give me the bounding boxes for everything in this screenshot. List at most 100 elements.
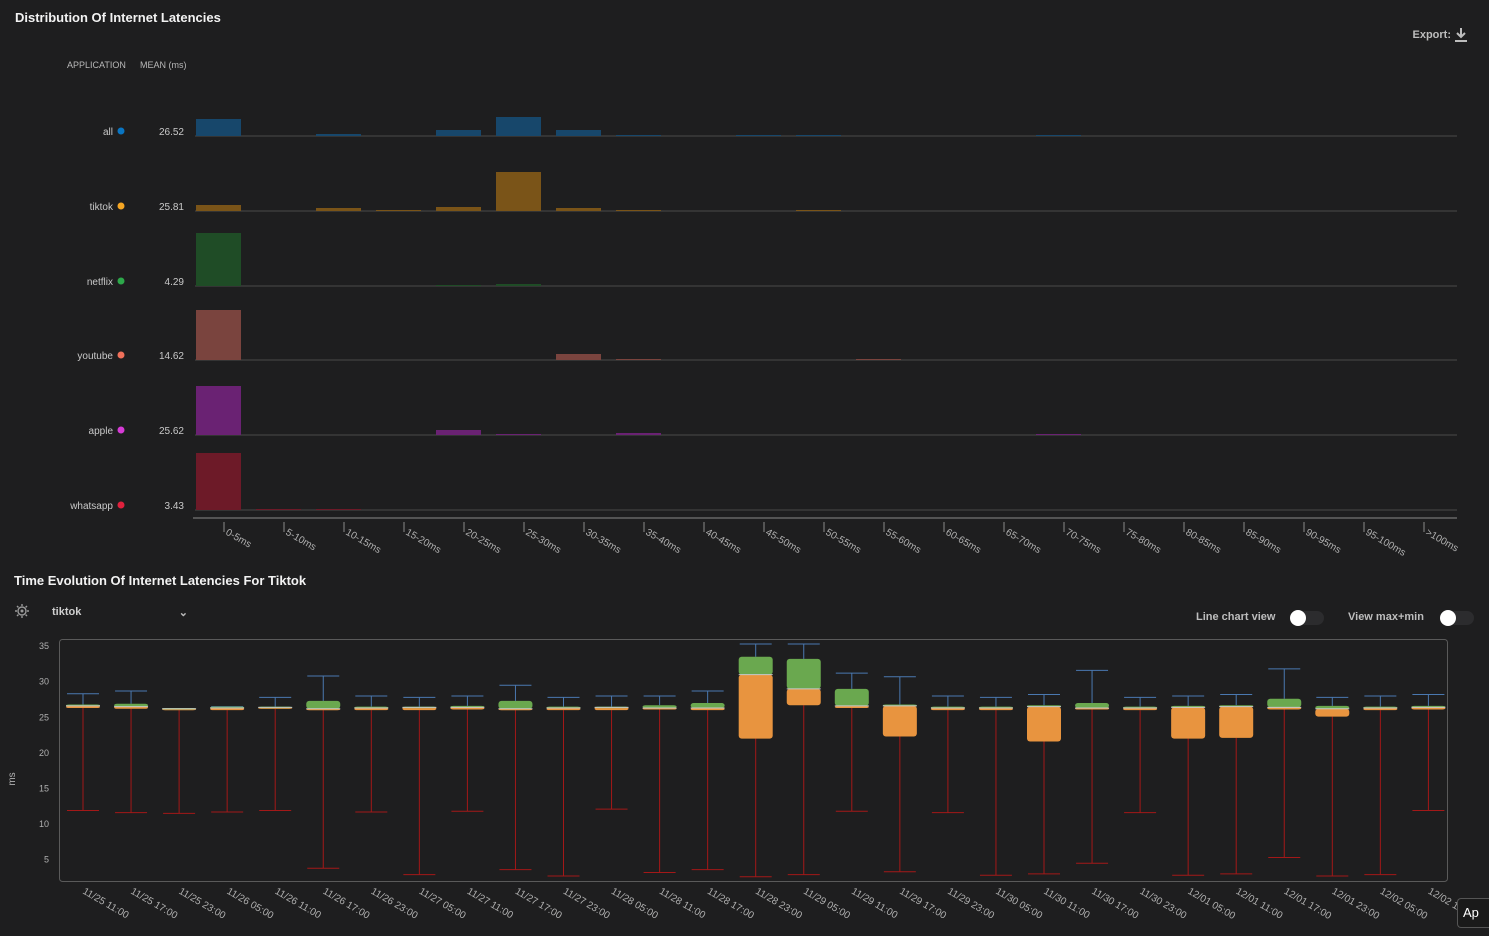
box-upper-13 [690, 703, 725, 709]
y-tick-label-10: 10 [39, 819, 49, 829]
bar-whatsapp-2 [316, 509, 361, 510]
distribution-chart: all 26.52 tiktok 25.81 netflix 4.29 youtube 14.… [69, 117, 1461, 559]
time-label-4: 11/26 11:00 [273, 886, 323, 921]
time-label-16: 11/29 11:00 [849, 886, 899, 921]
app-dot-apple [117, 426, 125, 434]
time-label-17: 11/29 17:00 [897, 886, 948, 922]
app-dot-tiktok [117, 202, 125, 210]
y-axis-label: ms [7, 772, 18, 785]
box-upper-25 [1267, 698, 1302, 708]
corner-button[interactable]: Ap [1457, 898, 1489, 928]
y-tick-label-25: 25 [39, 712, 49, 722]
time-label-0: 11/25 11:00 [81, 886, 131, 921]
maxmin-toggle[interactable] [1440, 610, 1474, 626]
time-evolution-title: Time Evolution Of Internet Latencies For… [14, 573, 307, 588]
chevron-down-icon: ⌄ [178, 607, 188, 619]
bar-tiktok-7 [616, 210, 661, 211]
bar-apple-7 [616, 433, 661, 435]
box-upper-16 [834, 688, 869, 706]
y-tick-label-20: 20 [39, 748, 49, 758]
bar-all-4 [436, 130, 481, 136]
time-label-10: 11/27 23:00 [561, 886, 612, 922]
app-label-whatsapp: whatsapp [69, 501, 113, 512]
x-tick-label-13: 65-70ms [1004, 527, 1043, 556]
x-tick-label-16: 80-85ms [1184, 527, 1223, 556]
x-tick-label-5: 25-30ms [524, 527, 563, 556]
bar-tiktok-2 [316, 208, 361, 211]
app-dot-whatsapp [117, 501, 125, 509]
bar-tiktok-10 [796, 210, 841, 211]
time-label-13: 11/28 17:00 [705, 886, 756, 922]
maxmin-label: View max+min [1348, 611, 1424, 623]
time-label-3: 11/26 05:00 [225, 886, 276, 922]
app-dot-all [117, 127, 125, 135]
box-upper-14 [738, 656, 773, 675]
x-tick-label-2: 10-15ms [344, 527, 383, 556]
bar-tiktok-3 [376, 210, 421, 211]
x-tick-label-7: 35-40ms [644, 527, 683, 556]
bar-apple-0 [196, 386, 241, 435]
time-label-18: 11/29 23:00 [945, 886, 996, 922]
x-tick-label-4: 20-25ms [464, 527, 503, 556]
x-tick-label-18: 90-95ms [1304, 527, 1343, 556]
x-tick-label-15: 75-80ms [1124, 527, 1163, 556]
app-label-youtube: youtube [77, 351, 113, 362]
bar-tiktok-4 [436, 207, 481, 211]
mean-value-all: 26.52 [159, 127, 184, 138]
time-label-20: 11/30 11:00 [1042, 886, 1092, 921]
x-tick-label-19: 95-100ms [1364, 527, 1408, 559]
x-tick-label-20: >100ms [1424, 527, 1461, 554]
x-tick-label-8: 40-45ms [704, 527, 743, 556]
x-tick-label-12: 60-65ms [944, 527, 983, 556]
app-select[interactable]: tiktok ⌄ [52, 606, 188, 619]
app-label-all: all [103, 127, 113, 138]
bar-all-0 [196, 119, 241, 136]
box-upper-5 [306, 700, 341, 709]
app-label-tiktok: tiktok [90, 202, 114, 213]
settings-icon[interactable] [15, 604, 29, 618]
app-label-netflix: netflix [87, 277, 113, 288]
time-label-15: 11/29 05:00 [801, 886, 852, 922]
line-chart-toggle[interactable] [1290, 610, 1324, 626]
box-lower-24 [1219, 706, 1254, 738]
box-lower-26 [1315, 708, 1350, 717]
bar-whatsapp-0 [196, 453, 241, 510]
time-label-12: 11/28 11:00 [657, 886, 707, 921]
time-label-19: 11/30 05:00 [993, 886, 1044, 922]
bar-all-5 [496, 117, 541, 136]
app-label-apple: apple [89, 426, 114, 437]
y-tick-label-35: 35 [39, 641, 49, 651]
time-label-1: 11/25 17:00 [129, 886, 180, 922]
line-chart-label: Line chart view [1196, 611, 1276, 623]
time-label-5: 11/26 17:00 [321, 886, 372, 922]
bar-all-10 [796, 135, 841, 136]
bar-all-2 [316, 134, 361, 136]
x-tick-label-10: 50-55ms [824, 527, 863, 556]
x-tick-label-3: 15-20ms [404, 527, 443, 556]
bar-netflix-0 [196, 233, 241, 286]
bar-all-7 [616, 135, 661, 136]
time-label-24: 12/01 11:00 [1234, 886, 1285, 922]
time-label-22: 11/30 23:00 [1138, 886, 1189, 922]
y-tick-label-5: 5 [44, 855, 49, 865]
app-dot-youtube [117, 351, 125, 359]
x-tick-label-17: 85-90ms [1244, 527, 1283, 556]
time-label-7: 11/27 05:00 [417, 886, 468, 922]
mean-value-apple: 25.62 [159, 426, 184, 437]
time-label-14: 11/28 23:00 [753, 886, 804, 922]
bar-apple-14 [1036, 434, 1081, 435]
bar-all-6 [556, 130, 601, 136]
mean-value-netflix: 4.29 [165, 277, 185, 288]
box-lower-17 [882, 705, 917, 737]
box-lower-20 [1027, 706, 1061, 742]
app-select-value: tiktok [52, 606, 82, 618]
time-label-6: 11/26 23:00 [369, 886, 420, 922]
box-upper-21 [1075, 703, 1110, 709]
box-upper-9 [498, 700, 533, 709]
time-label-23: 12/01 05:00 [1186, 886, 1238, 922]
x-tick-label-0: 0-5ms [224, 527, 254, 550]
bar-youtube-6 [556, 354, 601, 360]
time-label-2: 11/25 23:00 [177, 886, 228, 922]
bar-apple-4 [436, 430, 481, 435]
bar-youtube-7 [616, 359, 661, 360]
